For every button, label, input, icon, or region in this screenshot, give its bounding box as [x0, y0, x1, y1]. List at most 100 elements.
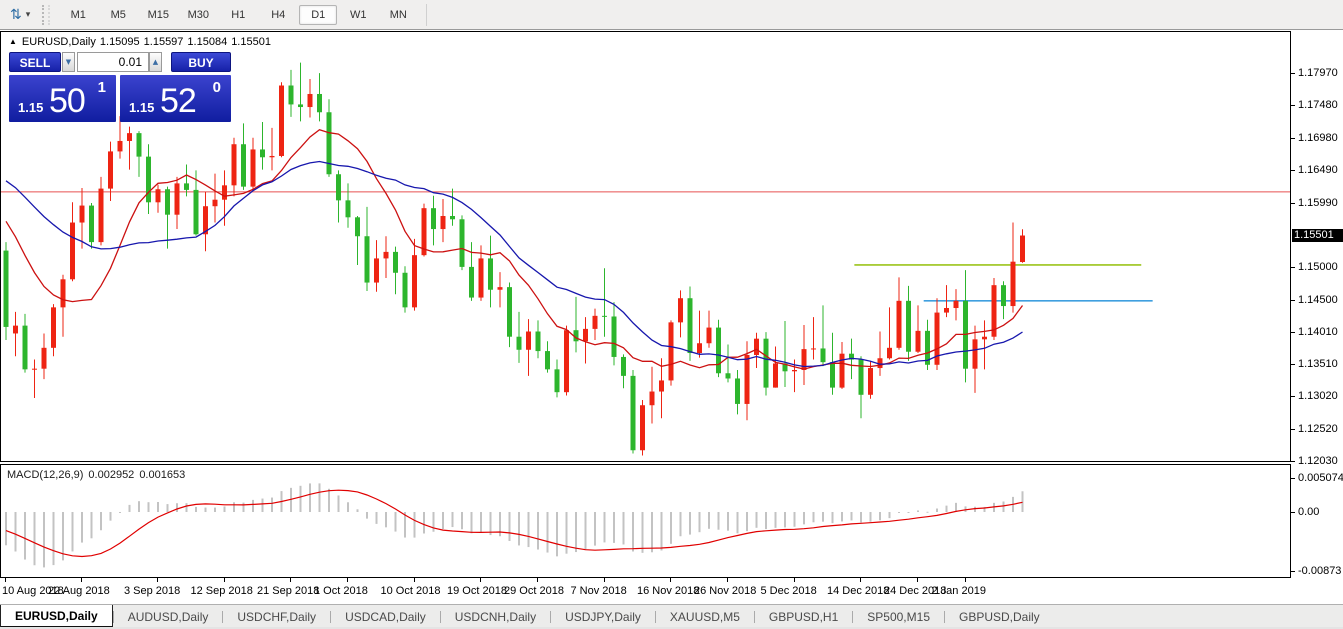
candle-body [545, 351, 550, 369]
volume-increase-button[interactable]: ▲ [149, 52, 162, 72]
date-tick-label: 21 Sep 2018 [257, 585, 319, 597]
current-price-tag: 1.15501 [1292, 229, 1343, 242]
macd-histogram-bar [594, 512, 596, 546]
price-tick-mark [1291, 267, 1295, 268]
macd-axis[interactable]: 0.0050740.00-0.00873 [1291, 464, 1343, 578]
candle-body [973, 339, 978, 368]
candle-body [678, 298, 683, 322]
date-tick-label: 26 Nov 2018 [694, 585, 756, 597]
candle-body [137, 133, 142, 156]
timeframe-button-d1[interactable]: D1 [299, 5, 337, 25]
candle-body [735, 378, 740, 403]
macd-histogram-bar [851, 512, 853, 520]
chart-tab-usdchf-daily[interactable]: USDCHF,Daily [223, 605, 330, 628]
time-axis[interactable]: 10 Aug 201822 Aug 20183 Sep 201812 Sep 2… [0, 578, 1343, 604]
price-chart-window[interactable]: ▲EURUSD,Daily1.150951.155971.150841.1550… [0, 31, 1291, 462]
date-tick-mark [81, 578, 82, 582]
ohlc-close: 1.15501 [231, 36, 271, 48]
macd-histogram-bar [822, 512, 824, 522]
sell-price-panel[interactable]: 1.15 50 1 [9, 75, 116, 122]
arrange-charts-button[interactable]: ⇅ ▾ [10, 8, 30, 22]
price-tick-mark [1291, 429, 1295, 430]
price-tick-mark [1291, 364, 1295, 365]
macd-histogram-bar [433, 512, 435, 532]
chart-tab-usdjpy-daily[interactable]: USDJPY,Daily [551, 605, 655, 628]
volume-decrease-button[interactable]: ▼ [62, 52, 75, 72]
candle-body [650, 392, 655, 406]
candle-body [593, 316, 598, 329]
macd-histogram-bar [15, 512, 17, 552]
candle-body [1001, 285, 1006, 306]
macd-histogram-bar [889, 512, 891, 518]
buy-button[interactable]: BUY [171, 52, 231, 72]
macd-histogram-bar [91, 512, 93, 538]
price-tick-label: 1.12520 [1298, 423, 1338, 435]
timeframe-button-w1[interactable]: W1 [339, 5, 377, 25]
date-tick-mark [480, 578, 481, 582]
macd-histogram-bar [471, 512, 473, 533]
candle-body [156, 189, 161, 202]
timeframe-button-mn[interactable]: MN [379, 5, 417, 25]
candle-body [460, 219, 465, 267]
candle-body [564, 330, 569, 392]
macd-histogram-bar [879, 512, 881, 520]
sell-button[interactable]: SELL [9, 52, 61, 72]
chart-tab-usdcnh-daily[interactable]: USDCNH,Daily [441, 605, 550, 628]
timeframe-button-h1[interactable]: H1 [219, 5, 257, 25]
chart-tab-eurusd-daily[interactable]: EURUSD,Daily [0, 605, 113, 628]
date-tick-mark [224, 578, 225, 582]
candle-body [270, 156, 275, 157]
macd-histogram-bar [81, 512, 83, 543]
candle-body [745, 355, 750, 404]
timeframe-button-m30[interactable]: M30 [179, 5, 217, 25]
timeframe-button-m5[interactable]: M5 [99, 5, 137, 25]
candle-body [175, 183, 180, 214]
collapse-icon[interactable]: ▲ [9, 37, 17, 46]
chart-tab-gbpusd-h1[interactable]: GBPUSD,H1 [755, 605, 852, 628]
date-tick-mark [157, 578, 158, 582]
macd-histogram-bar [328, 489, 330, 512]
chart-tab-xauusd-m5[interactable]: XAUUSD,M5 [656, 605, 754, 628]
date-tick-mark [727, 578, 728, 582]
date-tick-mark [290, 578, 291, 582]
macd-histogram-bar [566, 512, 568, 554]
candle-body [764, 339, 769, 388]
candle-body [384, 252, 389, 259]
macd-histogram-bar [195, 507, 197, 512]
candle-body [374, 258, 379, 282]
toolbar-drag-handle[interactable] [42, 5, 50, 25]
date-tick-label: 10 Oct 2018 [381, 585, 441, 597]
candle-body [669, 322, 674, 380]
candle-body [165, 189, 170, 214]
candle-body [716, 328, 721, 374]
macd-histogram-bar [148, 502, 150, 512]
candle-body [612, 316, 617, 356]
price-axis[interactable]: 1.179701.174801.169801.164901.159901.150… [1291, 31, 1343, 462]
macd-histogram-bar [556, 512, 558, 556]
chart-tab-audusd-daily[interactable]: AUDUSD,Daily [114, 605, 223, 628]
candle-body [944, 308, 949, 313]
chart-tab-gbpusd-daily[interactable]: GBPUSD,Daily [945, 605, 1054, 628]
macd-indicator-window[interactable]: MACD(12,26,9)0.0029520.001653 [0, 464, 1291, 578]
timeframe-button-h4[interactable]: H4 [259, 5, 297, 25]
chart-tab-sp500-m15[interactable]: SP500,M15 [853, 605, 944, 628]
candle-body [298, 104, 303, 107]
trading-terminal: { "toolbar": { "arrange_glyph": "⇅", "ca… [0, 0, 1343, 629]
macd-histogram-bar [110, 512, 112, 521]
macd-histogram-bar [575, 512, 577, 552]
candle-body [251, 149, 256, 186]
macd-chart[interactable] [1, 465, 1290, 577]
buy-price-big: 52 [160, 82, 196, 121]
chart-title: ▲EURUSD,Daily1.150951.155971.150841.1550… [9, 36, 275, 48]
date-tick-mark [860, 578, 861, 582]
candle-body [127, 133, 132, 141]
buy-price-panel[interactable]: 1.15 52 0 [120, 75, 231, 122]
sell-price-big: 50 [49, 82, 85, 121]
macd-histogram-bar [24, 512, 26, 560]
timeframe-button-m1[interactable]: M1 [59, 5, 97, 25]
chart-tab-usdcad-daily[interactable]: USDCAD,Daily [331, 605, 440, 628]
volume-field[interactable]: 0.01 [77, 52, 149, 72]
timeframe-button-m15[interactable]: M15 [139, 5, 177, 25]
date-tick-label: 1 Oct 2018 [314, 585, 368, 597]
candle-body [469, 267, 474, 298]
